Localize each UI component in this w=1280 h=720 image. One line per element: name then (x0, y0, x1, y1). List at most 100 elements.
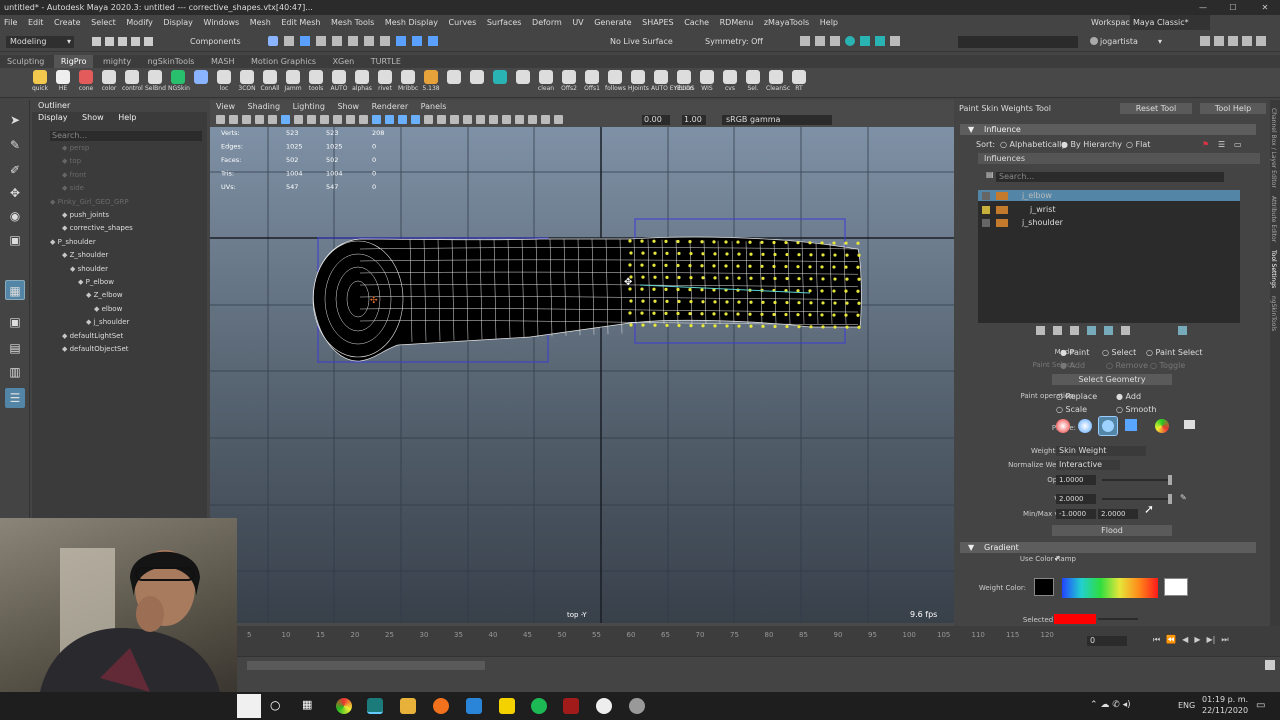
snap-view-icon[interactable] (348, 36, 358, 46)
shelf-button[interactable] (467, 70, 487, 96)
isolate-icon[interactable] (502, 115, 511, 124)
menu-windows[interactable]: Windows (199, 15, 243, 30)
square-brush-icon[interactable] (1125, 419, 1137, 431)
paint-select-toggle-radio[interactable]: ○ Toggle (1150, 361, 1185, 370)
image-brush-icon[interactable] (1155, 419, 1169, 433)
max-value-field[interactable]: 2.0000 (1098, 509, 1138, 519)
menu-curves[interactable]: Curves (445, 15, 481, 30)
close-button[interactable]: ✕ (1250, 0, 1280, 15)
side-tab-tool-settings[interactable]: Tool Settings (1270, 242, 1277, 288)
xray-joints-icon[interactable] (528, 115, 537, 124)
shelf-button[interactable]: ConAll (260, 70, 280, 96)
shelf-button[interactable] (444, 70, 464, 96)
lock-icon[interactable] (982, 206, 990, 214)
symmetry-field[interactable]: Symmetry: Off (705, 37, 763, 46)
tool-settings-icon[interactable] (1242, 36, 1252, 46)
step-forward-icon[interactable]: ▶| (1206, 635, 1215, 647)
shelf-button[interactable]: rivet (375, 70, 395, 96)
color-space-select[interactable]: sRGB gamma (722, 115, 832, 125)
render-view-icon[interactable] (800, 36, 810, 46)
lock-icon[interactable] (982, 192, 990, 200)
shelf-button[interactable]: AUTO (329, 70, 349, 96)
transfer-icon[interactable] (1104, 326, 1113, 335)
side-tab-channel-box[interactable]: Channel Box / Layer Editor (1270, 100, 1277, 188)
open-scene-icon[interactable] (105, 37, 114, 46)
menu-generate[interactable]: Generate (590, 15, 635, 30)
lasso-tool-icon[interactable]: ✎ (5, 135, 25, 155)
shelf-button[interactable] (513, 70, 533, 96)
outliner-item[interactable]: ◆ elbow (94, 305, 122, 313)
shelf-button[interactable]: AUTO EYELIDS (651, 70, 695, 96)
maya-icon[interactable] (367, 698, 383, 714)
arnold-render-icon[interactable] (875, 36, 885, 46)
modeling-toolkit-icon[interactable] (1200, 36, 1210, 46)
file-explorer-icon[interactable] (400, 698, 416, 714)
go-to-start-icon[interactable]: ⏮ (1153, 635, 1160, 647)
arnold-icon[interactable] (860, 36, 870, 46)
film-gate-icon[interactable] (294, 115, 303, 124)
shelf-button[interactable]: Sel. (743, 70, 763, 96)
pause-icon[interactable] (890, 36, 900, 46)
shelf-button[interactable]: tools (306, 70, 326, 96)
safe-action-icon[interactable] (346, 115, 355, 124)
shelf-tab-xgen[interactable]: XGen (326, 55, 362, 68)
menu-edit-mesh[interactable]: Edit Mesh (277, 15, 324, 30)
user-name[interactable]: jogartista (1100, 37, 1138, 46)
maximize-button[interactable]: ☐ (1218, 0, 1248, 15)
resolution-gate-icon[interactable] (307, 115, 316, 124)
menu-mesh[interactable]: Mesh (246, 15, 275, 30)
reset-tool-button[interactable]: Reset Tool (1120, 103, 1192, 114)
outliner-item[interactable]: ◆ Z_shoulder (62, 251, 108, 259)
four-view-layout-icon[interactable]: ▣ (5, 312, 25, 332)
menu-zmayatools[interactable]: zMayaTools (760, 15, 813, 30)
backface-icon[interactable] (541, 115, 550, 124)
components-label[interactable]: Components (190, 37, 241, 46)
paste-weights-icon[interactable] (1053, 326, 1062, 335)
mode-select-radio[interactable]: ○ Select (1102, 348, 1136, 357)
shelf-button[interactable]: control (122, 70, 143, 96)
menu-rdmenu[interactable]: RDMenu (716, 15, 758, 30)
grid-view-icon[interactable] (1178, 326, 1187, 335)
clock-time[interactable]: 01:19 p. m. (1202, 695, 1248, 704)
outliner-item[interactable]: ◆ push_joints (62, 211, 109, 219)
viewport-menu-panels[interactable]: Panels (421, 100, 447, 113)
menu-display[interactable]: Display (159, 15, 197, 30)
grid-toggle-icon[interactable] (281, 115, 290, 124)
two-view-layout-icon[interactable]: ▤ (5, 338, 25, 358)
camera-attr-icon[interactable] (242, 115, 251, 124)
firefox-icon[interactable] (433, 698, 449, 714)
outliner-item[interactable]: ◆ shoulder (70, 265, 108, 273)
folder-icon[interactable] (1184, 420, 1195, 429)
outliner-item[interactable]: ◆ j_shoulder (86, 318, 129, 326)
copy-weights-icon[interactable] (1036, 326, 1045, 335)
shelf-button[interactable]: Jamm (283, 70, 303, 96)
shelf-button[interactable]: Mribbc (398, 70, 418, 96)
mode-menu-select[interactable]: Modeling ▾ (6, 36, 74, 48)
motion-blur-icon[interactable] (463, 115, 472, 124)
scale-tool-icon[interactable]: ▣ (5, 230, 25, 250)
shelf-tab-rigpro[interactable]: RigPro (53, 55, 94, 68)
exposure-field[interactable]: 0.00 (642, 115, 670, 125)
shelf-button[interactable]: RT (789, 70, 809, 96)
side-tab-ngskintools[interactable]: ngSkinTools (1270, 288, 1277, 331)
opacity-slider-handle[interactable] (1168, 475, 1172, 485)
attribute-editor-icon[interactable] (1228, 36, 1238, 46)
outliner-item[interactable]: ◆ corrective_shapes (62, 224, 133, 232)
normalize-select[interactable]: Interactive (1056, 460, 1120, 470)
menu-uv[interactable]: UV (568, 15, 587, 30)
new-scene-icon[interactable] (92, 37, 101, 46)
outliner-item[interactable]: ◆ defaultObjectSet (62, 345, 129, 353)
single-view-layout-icon[interactable]: ▦ (5, 280, 25, 300)
shelf-button[interactable]: SelBnd (145, 70, 166, 96)
hypershade-icon[interactable] (845, 36, 855, 46)
lock-icon[interactable] (982, 219, 990, 227)
outliner-item[interactable]: ◆ P_shoulder (50, 238, 96, 246)
task-view-icon[interactable]: ▦ (302, 698, 312, 711)
select-geometry-button[interactable]: Select Geometry (1052, 374, 1172, 385)
influences-tab[interactable]: Influences (978, 153, 1260, 164)
range-slider-bar[interactable] (247, 661, 485, 670)
camera-lock-icon[interactable] (229, 115, 238, 124)
safe-title-icon[interactable] (359, 115, 368, 124)
brush-icon[interactable] (1070, 326, 1079, 335)
bookmark-icon[interactable] (255, 115, 264, 124)
